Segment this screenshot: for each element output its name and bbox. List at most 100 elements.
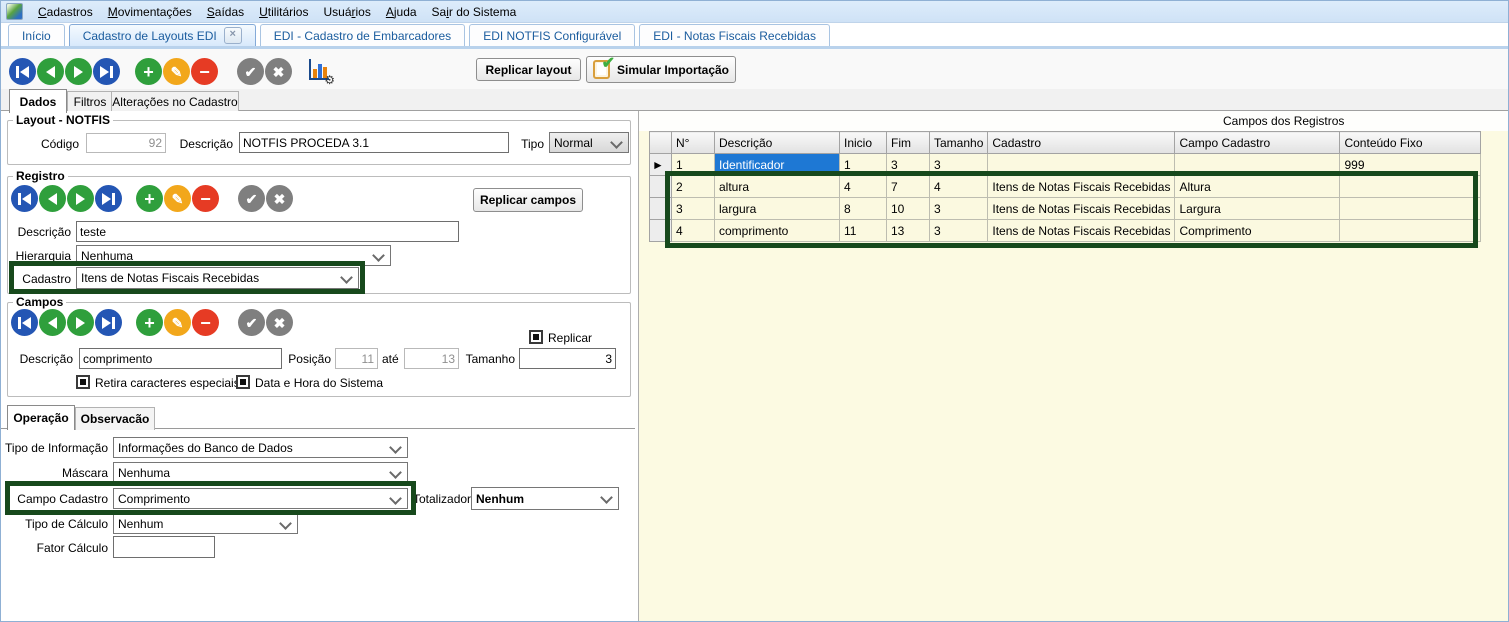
close-icon[interactable]: × [224, 27, 242, 44]
posicao-ate-field[interactable] [404, 348, 459, 369]
posicao-de-field[interactable] [335, 348, 378, 369]
registro-edit-button[interactable]: ✎ [164, 185, 191, 212]
campos-nav-first-button[interactable] [11, 309, 38, 336]
tipo-calculo-select[interactable]: Nenhum [113, 513, 298, 534]
menu-sair-do-sistema[interactable]: Sair do Sistema [432, 5, 517, 19]
tab-dados[interactable]: Dados [9, 89, 67, 113]
tab-edi-notfis-configuravel[interactable]: EDI NOTFIS Configurável [469, 24, 635, 46]
tab-operacao[interactable]: Operação [7, 405, 75, 430]
cell-fim[interactable]: 10 [887, 198, 930, 220]
campos-nav-next-button[interactable] [67, 309, 94, 336]
cell-conteudo-fixo[interactable] [1340, 176, 1481, 198]
cell-conteudo-fixo[interactable] [1340, 198, 1481, 220]
cell-inicio[interactable]: 11 [840, 220, 887, 242]
grid-header-numero[interactable]: N° [672, 132, 715, 154]
cell-inicio[interactable]: 4 [840, 176, 887, 198]
tamanho-field[interactable] [519, 348, 616, 369]
cell-inicio[interactable]: 8 [840, 198, 887, 220]
cell-cadastro[interactable]: Itens de Notas Fiscais Recebidas [988, 198, 1175, 220]
cell-campo-cadastro[interactable] [1175, 154, 1340, 176]
cell-campo-cadastro[interactable]: Largura [1175, 198, 1340, 220]
cell-descricao-selected[interactable]: Identificador [715, 154, 840, 176]
descricao-layout-field[interactable] [239, 132, 509, 153]
grid-header-fim[interactable]: Fim [887, 132, 930, 154]
menu-saidas[interactable]: Saídas [207, 5, 244, 19]
cell-descricao[interactable]: comprimento [715, 220, 840, 242]
cell-conteudo-fixo[interactable] [1340, 220, 1481, 242]
cadastro-select[interactable]: Itens de Notas Fiscais Recebidas [76, 267, 359, 289]
cell-fim[interactable]: 3 [887, 154, 930, 176]
cell-conteudo-fixo[interactable]: 999 [1340, 154, 1481, 176]
replicar-campos-button[interactable]: Replicar campos [473, 188, 583, 212]
cell-numero[interactable]: 4 [672, 220, 715, 242]
cell-cadastro[interactable]: Itens de Notas Fiscais Recebidas [988, 220, 1175, 242]
tipo-informacao-select[interactable]: Informações do Banco de Dados [113, 437, 408, 458]
totalizador-select[interactable]: Nenhum [471, 487, 619, 510]
menu-movimentacoes[interactable]: Movimentações [108, 5, 192, 19]
cell-campo-cadastro[interactable]: Comprimento [1175, 220, 1340, 242]
nav-last-button[interactable] [93, 58, 120, 85]
menu-cadastros[interactable]: Cadastros [38, 5, 93, 19]
cell-cadastro[interactable]: Itens de Notas Fiscais Recebidas [988, 176, 1175, 198]
fator-calculo-field[interactable] [113, 536, 215, 558]
cell-fim[interactable]: 13 [887, 220, 930, 242]
campos-add-button[interactable]: + [136, 309, 163, 336]
menu-utilitarios[interactable]: Utilitários [259, 5, 308, 19]
retira-caracteres-checkbox[interactable] [76, 375, 90, 389]
nav-prior-button[interactable] [37, 58, 64, 85]
mascara-select[interactable]: Nenhuma [113, 462, 408, 483]
registro-confirm-button[interactable]: ✔ [238, 185, 265, 212]
edit-button[interactable]: ✎ [163, 58, 190, 85]
add-button[interactable]: + [135, 58, 162, 85]
cell-descricao[interactable]: largura [715, 198, 840, 220]
cell-tamanho[interactable]: 3 [930, 220, 988, 242]
grid-header-campo-cadastro[interactable]: Campo Cadastro [1175, 132, 1340, 154]
campos-nav-last-button[interactable] [95, 309, 122, 336]
cell-numero[interactable]: 1 [672, 154, 715, 176]
tab-filtros[interactable]: Filtros [67, 91, 113, 112]
delete-button[interactable]: − [191, 58, 218, 85]
menu-ajuda[interactable]: Ajuda [386, 5, 417, 19]
registro-cancel-button[interactable]: ✖ [266, 185, 293, 212]
replicar-layout-button[interactable]: Replicar layout [476, 58, 581, 81]
tab-edi-cadastro-de-embarcadores[interactable]: EDI - Cadastro de Embarcadores [260, 24, 465, 46]
tab-observacao[interactable]: Observacão [75, 407, 155, 430]
campos-delete-button[interactable]: − [192, 309, 219, 336]
replicar-checkbox[interactable] [529, 330, 543, 344]
tab-alteracoes-no-cadastro[interactable]: Alterações no Cadastro [111, 91, 239, 112]
grid-header-tamanho[interactable]: Tamanho [930, 132, 988, 154]
codigo-field[interactable] [86, 133, 166, 153]
cell-tamanho[interactable]: 3 [930, 198, 988, 220]
campos-cancel-button[interactable]: ✖ [266, 309, 293, 336]
cell-descricao[interactable]: altura [715, 176, 840, 198]
cell-numero[interactable]: 2 [672, 176, 715, 198]
registro-nav-prior-button[interactable] [39, 185, 66, 212]
campos-edit-button[interactable]: ✎ [164, 309, 191, 336]
menu-usuarios[interactable]: Usuários [323, 5, 370, 19]
grid-header-conteudo-fixo[interactable]: Conteúdo Fixo [1340, 132, 1481, 154]
cell-campo-cadastro[interactable]: Altura [1175, 176, 1340, 198]
tipo-select[interactable]: Normal [549, 132, 629, 153]
confirm-button[interactable]: ✔ [237, 58, 264, 85]
simular-importacao-button[interactable]: ✔ Simular Importação [586, 56, 736, 83]
cancel-button[interactable]: ✖ [265, 58, 292, 85]
registro-nav-next-button[interactable] [67, 185, 94, 212]
cell-numero[interactable]: 3 [672, 198, 715, 220]
grid-header-descricao[interactable]: Descrição [715, 132, 840, 154]
tab-edi-notas-fiscais-recebidas[interactable]: EDI - Notas Fiscais Recebidas [639, 24, 830, 46]
cell-tamanho[interactable]: 3 [930, 154, 988, 176]
campos-confirm-button[interactable]: ✔ [238, 309, 265, 336]
registro-add-button[interactable]: + [136, 185, 163, 212]
descricao-campo-field[interactable] [79, 348, 282, 369]
nav-next-button[interactable] [65, 58, 92, 85]
data-hora-checkbox[interactable] [236, 375, 250, 389]
cell-fim[interactable]: 7 [887, 176, 930, 198]
hierarquia-select[interactable]: Nenhuma [76, 245, 391, 266]
cell-tamanho[interactable]: 4 [930, 176, 988, 198]
campos-nav-prior-button[interactable] [39, 309, 66, 336]
nav-first-button[interactable] [9, 58, 36, 85]
tab-inicio[interactable]: Início [8, 24, 65, 46]
tab-cadastro-de-layouts-edi[interactable]: Cadastro de Layouts EDI × [69, 24, 256, 46]
grid-header-cadastro[interactable]: Cadastro [988, 132, 1175, 154]
registro-nav-first-button[interactable] [11, 185, 38, 212]
